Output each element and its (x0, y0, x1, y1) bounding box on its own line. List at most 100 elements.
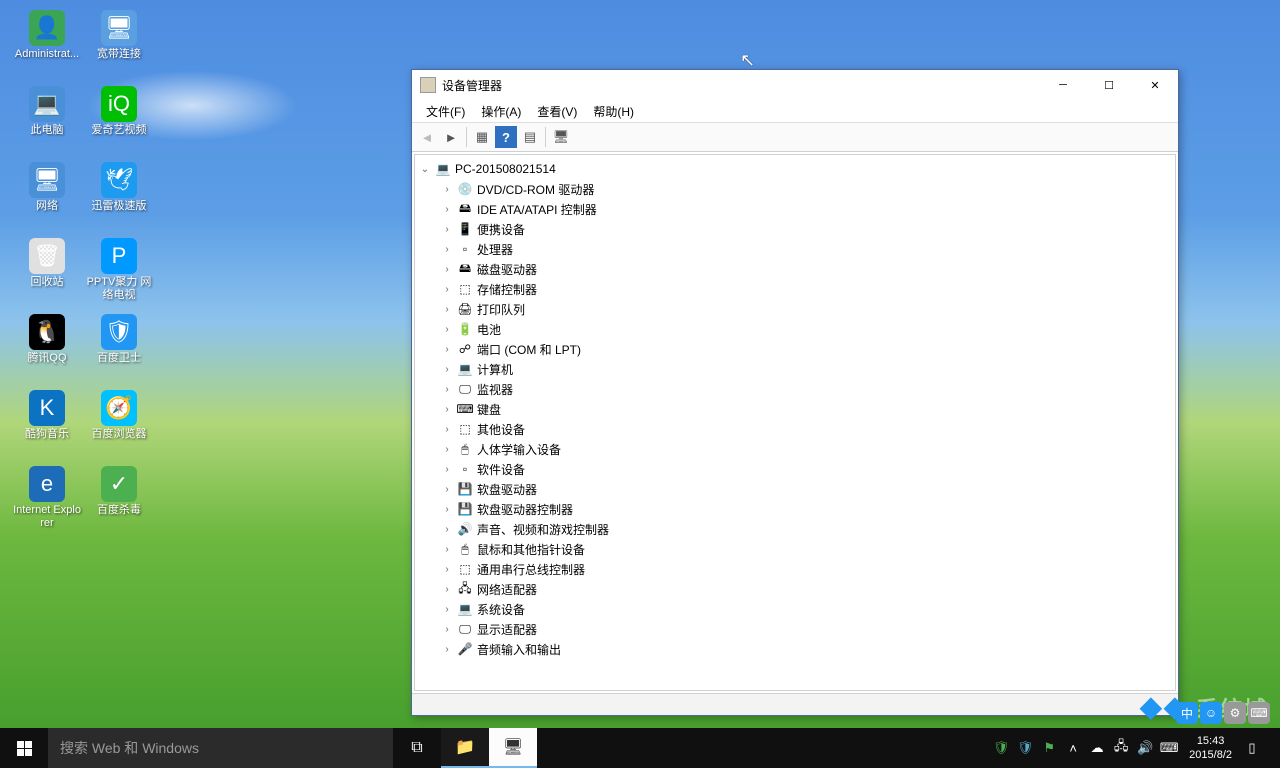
expand-icon[interactable]: › (441, 624, 453, 635)
desktop-icon[interactable]: 💻此电脑 (12, 84, 82, 156)
tree-node[interactable]: ›⬚其他设备 (415, 419, 1175, 439)
desktop-icon[interactable]: 🕊迅雷极速版 (84, 160, 154, 232)
tree-node[interactable]: ›💻系统设备 (415, 599, 1175, 619)
tree-node[interactable]: ›🖵显示适配器 (415, 619, 1175, 639)
tray-volume-icon[interactable]: 🔊 (1133, 728, 1157, 768)
tree-node[interactable]: ›☍端口 (COM 和 LPT) (415, 339, 1175, 359)
expand-icon[interactable]: › (441, 644, 453, 655)
expand-icon[interactable]: › (441, 204, 453, 215)
tree-node[interactable]: ›🎤音频输入和输出 (415, 639, 1175, 659)
desktop-icon[interactable]: ✓百度杀毒 (84, 464, 154, 536)
maximize-button[interactable]: ☐ (1086, 71, 1132, 100)
expand-icon[interactable]: › (441, 344, 453, 355)
show-hide-button[interactable]: ▦ (471, 126, 493, 148)
back-button[interactable]: ◄ (416, 126, 438, 148)
tree-node[interactable]: ›💻计算机 (415, 359, 1175, 379)
menu-item[interactable]: 文件(F) (418, 101, 473, 122)
tree-node[interactable]: ›💾软盘驱动器控制器 (415, 499, 1175, 519)
tree-node[interactable]: ›⬚通用串行总线控制器 (415, 559, 1175, 579)
expand-icon[interactable]: › (441, 564, 453, 575)
expand-icon[interactable]: › (441, 524, 453, 535)
tray-defender-icon[interactable]: 🛡 (1013, 728, 1037, 768)
taskbar-file-explorer[interactable]: 📁 (441, 728, 489, 768)
ime-lang-button[interactable]: 中 (1176, 702, 1198, 724)
desktop-icon[interactable]: eInternet Explorer (12, 464, 82, 536)
expand-icon[interactable]: › (441, 184, 453, 195)
desktop-icon[interactable]: 🐧腾讯QQ (12, 312, 82, 384)
search-input[interactable]: 搜索 Web 和 Windows (48, 728, 393, 768)
tree-node[interactable]: ›🖨打印队列 (415, 299, 1175, 319)
tray-keyboard-icon[interactable]: ⌨ (1157, 728, 1181, 768)
tree-node[interactable]: ›💾软盘驱动器 (415, 479, 1175, 499)
collapse-icon[interactable]: ⌄ (419, 164, 431, 175)
expand-icon[interactable]: › (441, 324, 453, 335)
tree-node[interactable]: ›▫软件设备 (415, 459, 1175, 479)
desktop-icon[interactable]: 🖥网络 (12, 160, 82, 232)
tree-node[interactable]: ›🖴磁盘驱动器 (415, 259, 1175, 279)
tree-node[interactable]: ›💿DVD/CD-ROM 驱动器 (415, 179, 1175, 199)
device-icon: ⬚ (457, 281, 473, 297)
tree-node[interactable]: ›⬚存储控制器 (415, 279, 1175, 299)
tray-flag-icon[interactable]: ⚑ (1037, 728, 1061, 768)
properties-button[interactable]: ▤ (519, 126, 541, 148)
desktop-icon[interactable]: 🧭百度浏览器 (84, 388, 154, 460)
expand-icon[interactable]: › (441, 464, 453, 475)
expand-icon[interactable]: › (441, 284, 453, 295)
desktop-icon[interactable]: iQ爱奇艺视频 (84, 84, 154, 156)
tray-security-icon[interactable]: 🛡 (989, 728, 1013, 768)
desktop-icon[interactable]: 🛡百度卫士 (84, 312, 154, 384)
forward-button[interactable]: ► (440, 126, 462, 148)
expand-icon[interactable]: › (441, 444, 453, 455)
ime-settings-button[interactable]: ⚙ (1224, 702, 1246, 724)
device-tree[interactable]: ⌄💻PC-201508021514›💿DVD/CD-ROM 驱动器›🖴IDE A… (414, 154, 1176, 691)
show-desktop-button[interactable] (1264, 728, 1280, 768)
tree-node[interactable]: ›🖧网络适配器 (415, 579, 1175, 599)
expand-icon[interactable]: › (441, 404, 453, 415)
expand-icon[interactable]: › (441, 264, 453, 275)
action-center-icon[interactable]: ▯ (1240, 728, 1264, 768)
titlebar[interactable]: 设备管理器 ─ ☐ ✕ (412, 70, 1178, 100)
tray-chevron-icon[interactable]: ˄ (1061, 728, 1085, 768)
desktop-icon[interactable]: 🖥宽带连接 (84, 8, 154, 80)
tree-node[interactable]: ›▫处理器 (415, 239, 1175, 259)
expand-icon[interactable]: › (441, 224, 453, 235)
ime-keyboard-button[interactable]: ⌨ (1248, 702, 1270, 724)
start-button[interactable] (0, 728, 48, 768)
tree-node[interactable]: ›🖴IDE ATA/ATAPI 控制器 (415, 199, 1175, 219)
tray-network-icon[interactable]: 🖧 (1109, 728, 1133, 768)
expand-icon[interactable]: › (441, 584, 453, 595)
tree-node[interactable]: ›📱便携设备 (415, 219, 1175, 239)
menu-item[interactable]: 帮助(H) (585, 101, 642, 122)
expand-icon[interactable]: › (441, 424, 453, 435)
desktop-icon[interactable]: 👤Administrat... (12, 8, 82, 80)
tray-onedrive-icon[interactable]: ☁ (1085, 728, 1109, 768)
expand-icon[interactable]: › (441, 304, 453, 315)
expand-icon[interactable]: › (441, 504, 453, 515)
desktop-icon[interactable]: 🗑回收站 (12, 236, 82, 308)
help-button[interactable]: ? (495, 126, 517, 148)
tree-node[interactable]: ›🖱鼠标和其他指针设备 (415, 539, 1175, 559)
expand-icon[interactable]: › (441, 484, 453, 495)
menu-item[interactable]: 操作(A) (473, 101, 529, 122)
menu-item[interactable]: 查看(V) (529, 101, 585, 122)
scan-button[interactable]: 🖥 (550, 126, 572, 148)
task-view-button[interactable]: ⧉ (393, 728, 441, 768)
expand-icon[interactable]: › (441, 244, 453, 255)
desktop-icon[interactable]: K酷狗音乐 (12, 388, 82, 460)
expand-icon[interactable]: › (441, 384, 453, 395)
tree-root[interactable]: ⌄💻PC-201508021514 (415, 159, 1175, 179)
expand-icon[interactable]: › (441, 364, 453, 375)
tree-node[interactable]: ›⌨键盘 (415, 399, 1175, 419)
expand-icon[interactable]: › (441, 544, 453, 555)
close-button[interactable]: ✕ (1132, 71, 1178, 100)
minimize-button[interactable]: ─ (1040, 71, 1086, 100)
expand-icon[interactable]: › (441, 604, 453, 615)
tree-node[interactable]: ›🔋电池 (415, 319, 1175, 339)
tree-node[interactable]: ›🔊声音、视频和游戏控制器 (415, 519, 1175, 539)
desktop-icon[interactable]: PPPTV聚力 网络电视 (84, 236, 154, 308)
clock[interactable]: 15:43 2015/8/2 (1181, 734, 1240, 763)
taskbar-device-manager[interactable]: 🖥 (489, 728, 537, 768)
tree-node[interactable]: ›🖵监视器 (415, 379, 1175, 399)
ime-emoji-button[interactable]: ☺ (1200, 702, 1222, 724)
tree-node[interactable]: ›🖱人体学输入设备 (415, 439, 1175, 459)
